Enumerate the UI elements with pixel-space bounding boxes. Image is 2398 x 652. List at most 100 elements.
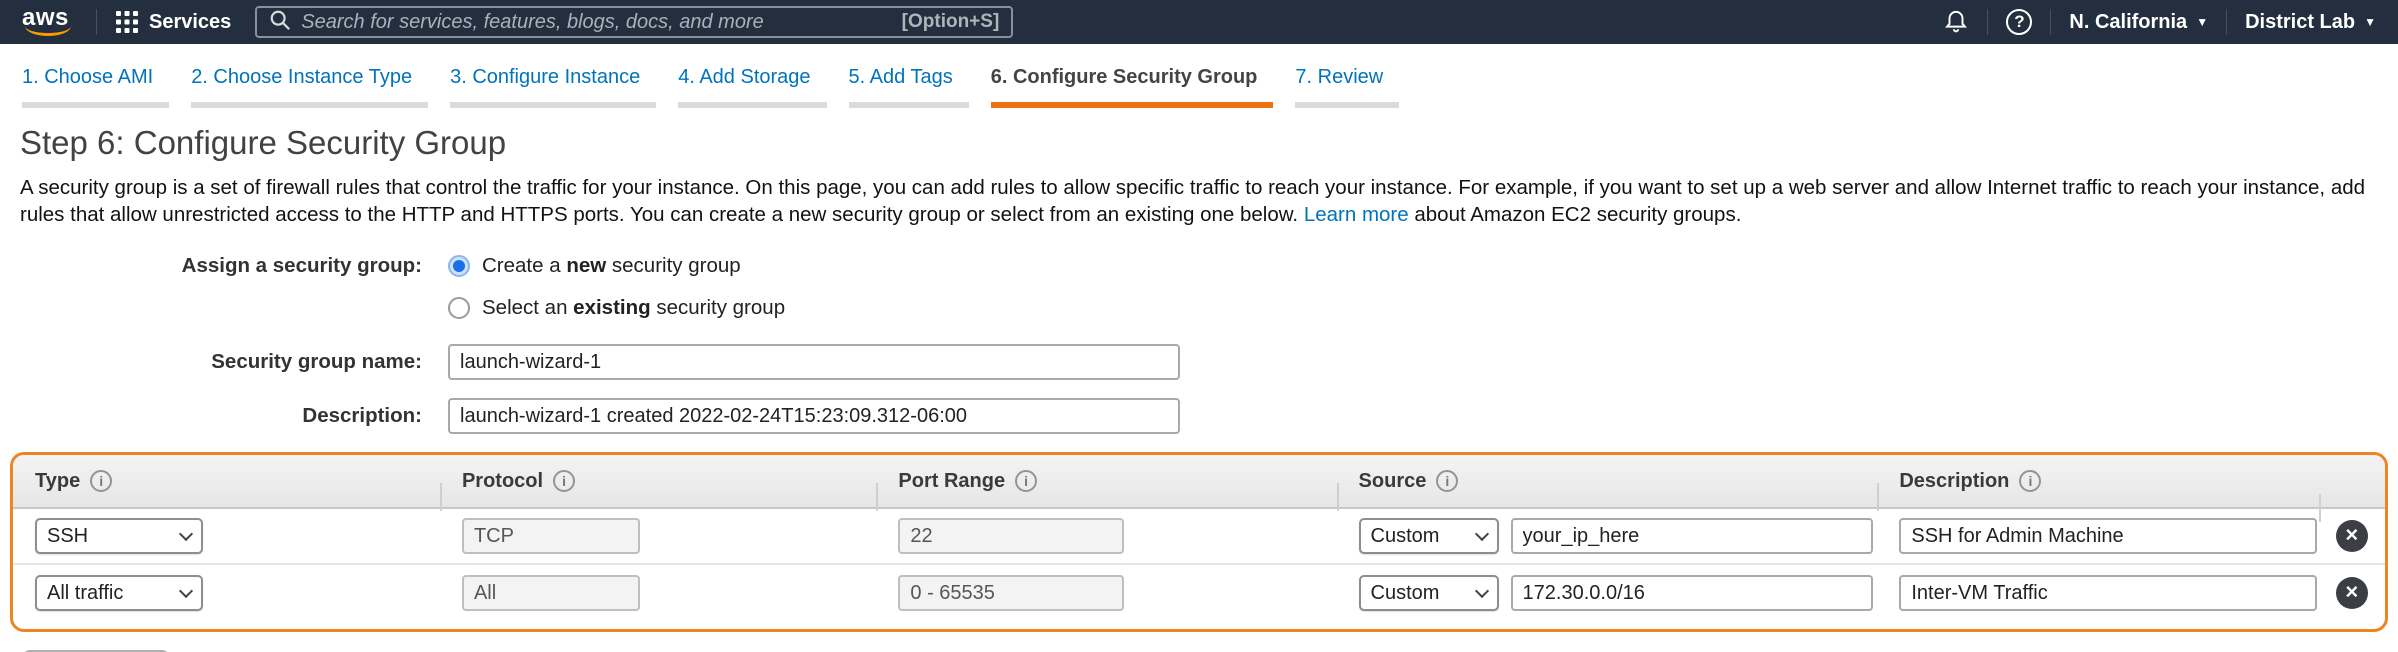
assign-group-row: Assign a security group: Create a new se… — [20, 254, 2378, 278]
help-button[interactable]: ? — [2006, 9, 2032, 35]
rule-source-cell: Custom — [1337, 575, 1878, 611]
header-protocol: Protocol i — [440, 470, 876, 493]
radio-unselected-icon[interactable] — [448, 297, 470, 319]
rule-source-cell: Custom — [1337, 518, 1878, 554]
region-selector[interactable]: N. California ▼ — [2069, 11, 2208, 34]
aws-logo[interactable]: aws — [22, 4, 78, 36]
rule-description-input[interactable] — [1899, 518, 2317, 554]
sg-description-row: Description: — [20, 398, 2378, 434]
notifications-button[interactable] — [1943, 7, 1969, 38]
navbar-divider — [1987, 9, 1988, 35]
chevron-down-icon — [179, 583, 193, 597]
global-search[interactable]: [Option+S] — [255, 6, 1013, 38]
step-choose-ami[interactable]: 1. Choose AMI — [22, 66, 169, 108]
page-title: Step 6: Configure Security Group — [20, 124, 2378, 162]
delete-rule-button[interactable]: × — [2336, 577, 2368, 609]
header-description: Description i — [1877, 470, 2318, 493]
top-navbar: aws Services [Option+S] — [0, 0, 2398, 44]
account-label: District Lab — [2245, 11, 2355, 34]
chevron-down-icon — [179, 526, 193, 540]
rule-description-cell — [1877, 575, 2318, 611]
info-icon[interactable]: i — [2019, 470, 2041, 492]
type-select[interactable]: All traffic — [35, 575, 203, 611]
description-text-1: A security group is a set of firewall ru… — [20, 176, 2365, 226]
radio-create-new-group[interactable]: Create a new security group — [448, 254, 741, 278]
header-port-range: Port Range i — [876, 470, 1336, 493]
rule-type-cell: SSH — [13, 518, 440, 554]
search-shortcut-hint: [Option+S] — [902, 11, 1000, 33]
rule-port-cell — [876, 575, 1336, 611]
column-divider — [1877, 483, 1879, 511]
sg-name-label: Security group name: — [20, 350, 448, 374]
delete-rule-button[interactable]: × — [2336, 520, 2368, 552]
search-icon — [269, 9, 301, 36]
account-menu[interactable]: District Lab ▼ — [2245, 11, 2376, 34]
radio-existing-label: Select an existing security group — [482, 296, 785, 320]
port-range-input — [898, 518, 1124, 554]
region-label: N. California — [2069, 11, 2187, 34]
rule-description-input[interactable] — [1899, 575, 2317, 611]
sg-description-input[interactable] — [448, 398, 1180, 434]
sg-name-input[interactable] — [448, 344, 1180, 380]
rule-protocol-cell — [440, 575, 876, 611]
column-divider — [876, 483, 878, 511]
info-icon[interactable]: i — [553, 470, 575, 492]
rule-actions-cell: × — [2319, 520, 2385, 552]
step-configure-instance[interactable]: 3. Configure Instance — [450, 66, 656, 108]
source-value-input[interactable] — [1511, 575, 1873, 611]
grid-icon — [115, 10, 139, 34]
info-icon[interactable]: i — [1015, 470, 1037, 492]
rule-type-cell: All traffic — [13, 575, 440, 611]
aws-logo-smile — [25, 26, 71, 36]
step-configure-security-group: 6. Configure Security Group — [991, 66, 1274, 108]
column-divider — [1337, 483, 1339, 511]
info-icon[interactable]: i — [90, 470, 112, 492]
help-icon: ? — [2006, 9, 2032, 35]
column-divider — [2319, 494, 2321, 522]
column-divider — [440, 483, 442, 511]
security-rules-table: Type i Protocol i Port Range i Source i … — [10, 452, 2388, 632]
search-input[interactable] — [301, 11, 901, 34]
rule-port-cell — [876, 518, 1336, 554]
sg-name-row: Security group name: — [20, 344, 2378, 380]
step-choose-instance-type[interactable]: 2. Choose Instance Type — [191, 66, 428, 108]
description-text-2: about Amazon EC2 security groups. — [1414, 203, 1741, 226]
radio-select-existing-group[interactable]: Select an existing security group — [448, 296, 2378, 320]
navbar-divider — [96, 9, 97, 35]
chevron-down-icon — [1474, 526, 1488, 540]
radio-selected-icon[interactable] — [448, 255, 470, 277]
navbar-divider — [2050, 9, 2051, 35]
source-mode-select[interactable]: Custom — [1359, 575, 1499, 611]
assign-group-label: Assign a security group: — [20, 254, 448, 278]
chevron-down-icon — [1474, 583, 1488, 597]
navbar-right: ? N. California ▼ District Lab ▼ — [1943, 7, 2376, 38]
info-icon[interactable]: i — [1436, 470, 1458, 492]
chevron-down-icon: ▼ — [2364, 15, 2376, 29]
source-value-input[interactable] — [1511, 518, 1873, 554]
rule-actions-cell: × — [2319, 577, 2385, 609]
services-label: Services — [149, 11, 231, 34]
rule-protocol-cell — [440, 518, 876, 554]
port-range-input — [898, 575, 1124, 611]
radio-create-label: Create a new security group — [482, 254, 741, 278]
security-group-form: Assign a security group: Create a new se… — [20, 254, 2378, 434]
wizard-steps: 1. Choose AMI 2. Choose Instance Type 3.… — [0, 44, 2398, 108]
rule-row-ssh: SSH Custom × — [13, 509, 2385, 565]
learn-more-link[interactable]: Learn more — [1304, 203, 1409, 226]
type-select[interactable]: SSH — [35, 518, 203, 554]
step-add-storage[interactable]: 4. Add Storage — [678, 66, 826, 108]
protocol-input — [462, 518, 640, 554]
sg-description-label: Description: — [20, 404, 448, 428]
step-add-tags[interactable]: 5. Add Tags — [849, 66, 969, 108]
rules-table-header: Type i Protocol i Port Range i Source i … — [13, 455, 2385, 509]
bell-icon — [1943, 7, 1969, 38]
protocol-input — [462, 575, 640, 611]
source-mode-select[interactable]: Custom — [1359, 518, 1499, 554]
navbar-divider — [2226, 9, 2227, 35]
rule-description-cell — [1877, 518, 2318, 554]
header-type: Type i — [13, 470, 440, 493]
services-menu-button[interactable]: Services — [115, 10, 231, 34]
main-content: Step 6: Configure Security Group A secur… — [0, 108, 2398, 434]
step-review[interactable]: 7. Review — [1295, 66, 1399, 108]
chevron-down-icon: ▼ — [2196, 15, 2208, 29]
